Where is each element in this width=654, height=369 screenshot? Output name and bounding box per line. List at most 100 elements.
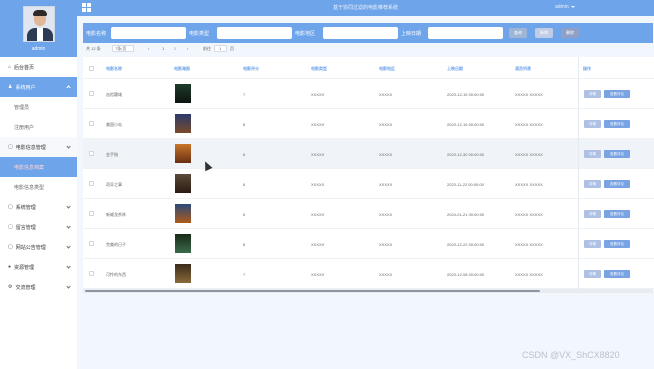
cell-actors: XXXXX XXXXX bbox=[515, 272, 543, 277]
movie-region-input[interactable] bbox=[323, 27, 398, 39]
search-bar: 电影名称 电影类型 电影地区 上映日期 查询 新增 删除 bbox=[83, 23, 653, 43]
chevron-down-icon bbox=[66, 244, 71, 249]
scrollbar-thumb[interactable] bbox=[85, 290, 540, 292]
detail-button[interactable]: 详情 bbox=[584, 240, 601, 248]
detail-button[interactable]: 详情 bbox=[584, 90, 601, 98]
avatar-hair bbox=[33, 10, 47, 16]
cell-region: XXXXX bbox=[379, 212, 393, 217]
add-button[interactable]: 新增 bbox=[535, 28, 553, 38]
row-checkbox[interactable] bbox=[89, 241, 94, 246]
cell-type: XXXXX bbox=[311, 182, 325, 187]
chevron-down-icon bbox=[66, 204, 71, 209]
sidebar-item-movie-archive[interactable]: 电影信息档案 bbox=[0, 157, 77, 177]
cell-region: XXXXX bbox=[379, 92, 393, 97]
row-checkbox[interactable] bbox=[89, 151, 94, 156]
cell-score: 7 bbox=[243, 272, 246, 277]
movie-poster bbox=[175, 174, 191, 193]
cell-actors: XXXXX XXXXX bbox=[515, 182, 543, 187]
detail-button[interactable]: 详情 bbox=[584, 210, 601, 218]
col-region: 电影地区 bbox=[379, 66, 395, 71]
movie-poster bbox=[175, 264, 191, 283]
view-comments-button[interactable]: 查看评论 bbox=[604, 210, 630, 218]
avatar[interactable] bbox=[23, 6, 55, 42]
row-checkbox[interactable] bbox=[89, 91, 94, 96]
top-bar: 基于协同过滤的电影推荐系统 admin bbox=[77, 0, 654, 16]
sidebar-item-registered-users[interactable]: 注册用户 bbox=[0, 117, 77, 137]
cell-release-date: 2023-12-30 00:00:00 bbox=[447, 152, 485, 157]
sidebar-item-home[interactable]: ⌂ 后台首页 bbox=[0, 57, 77, 77]
sidebar-item-system-users[interactable]: ♟ 系统用户 bbox=[0, 77, 77, 97]
sidebar-item-resource-management[interactable]: ● 资源管理 bbox=[0, 257, 77, 277]
row-checkbox[interactable] bbox=[89, 121, 94, 126]
sidebar: admin ⌂ 后台首页 ♟ 系统用户 管理员 注册用户 ▢ 电影信息管理 电影… bbox=[0, 0, 77, 369]
cell-release-date: 2023-12-15 00:00:00 bbox=[447, 92, 485, 97]
movie-name-input[interactable] bbox=[111, 27, 186, 39]
view-comments-button[interactable]: 查看评论 bbox=[604, 270, 630, 278]
chevron-up-icon bbox=[66, 85, 71, 90]
sidebar-item-label: 资源管理 bbox=[14, 264, 35, 271]
detail-button[interactable]: 详情 bbox=[584, 270, 601, 278]
location-icon: ● bbox=[8, 264, 12, 270]
sidebar-item-announcement-management[interactable]: ▢ 网站公告管理 bbox=[0, 237, 77, 257]
view-comments-button[interactable]: 查看评论 bbox=[604, 150, 630, 158]
prev-page-button[interactable]: ‹ bbox=[148, 46, 149, 51]
cell-score: 6 bbox=[243, 182, 246, 187]
horizontal-scrollbar[interactable] bbox=[83, 289, 653, 293]
detail-button[interactable]: 详情 bbox=[584, 180, 601, 188]
cell-region: XXXXX bbox=[379, 152, 393, 157]
movie-type-label: 电影类型 bbox=[189, 31, 210, 37]
col-score: 电影评分 bbox=[243, 66, 259, 71]
sidebar-item-system-management[interactable]: ▢ 系统管理 bbox=[0, 197, 77, 217]
cell-release-date: 2024-01-21 00:00:00 bbox=[447, 212, 485, 217]
sidebar-item-movie-management[interactable]: ▢ 电影信息管理 bbox=[0, 137, 77, 157]
movie-type-input[interactable] bbox=[217, 27, 292, 39]
delete-button[interactable]: 删除 bbox=[561, 28, 579, 38]
movie-table: 电影名称 电影海报 电影评分 电影类型 电影地区 上映日期 演员列表 操作 凶险… bbox=[83, 57, 654, 291]
release-date-input[interactable] bbox=[428, 27, 503, 39]
col-release-date: 上映日期 bbox=[447, 66, 463, 71]
page-2-button[interactable]: 2 bbox=[174, 46, 176, 51]
release-date-label: 上映日期 bbox=[401, 31, 422, 37]
sidebar-item-label: 后台首页 bbox=[14, 64, 35, 71]
cell-actors: XXXXX XXXXX bbox=[515, 242, 543, 247]
select-all-checkbox[interactable] bbox=[89, 66, 94, 71]
avatar-shirt bbox=[37, 28, 43, 41]
cell-score: 8 bbox=[243, 122, 246, 127]
goto-label: 前往 bbox=[203, 46, 211, 51]
sidebar-item-movie-types[interactable]: 电影信息类型 bbox=[0, 177, 77, 197]
movie-poster bbox=[175, 234, 191, 253]
view-comments-button[interactable]: 查看评论 bbox=[604, 120, 630, 128]
row-checkbox[interactable] bbox=[89, 211, 94, 216]
sidebar-item-admin[interactable]: 管理员 bbox=[0, 97, 77, 117]
detail-button[interactable]: 详情 bbox=[584, 150, 601, 158]
sidebar-item-message-management[interactable]: ▢ 留言管理 bbox=[0, 217, 77, 237]
cell-actors: XXXXX XXXXX bbox=[515, 212, 543, 217]
view-comments-button[interactable]: 查看评论 bbox=[604, 240, 630, 248]
movie-name-label: 电影名称 bbox=[86, 31, 107, 37]
cell-release-date: 2023-12-08 00:00:00 bbox=[447, 272, 485, 277]
table-row: 可怜的东西 7 XXXXX XXXXX 2023-12-08 00:00:00 … bbox=[83, 259, 654, 289]
table-row: 奇异之事 6 XXXXX XXXXX 2023-11-22 00:00:00 X… bbox=[83, 169, 654, 199]
table-row: 完美的日子 8 XXXXX XXXXX 2023-12-22 00:00:00 … bbox=[83, 229, 654, 259]
fixed-column-divider bbox=[578, 57, 579, 291]
document-icon: ▢ bbox=[8, 244, 13, 250]
cell-actors: XXXXX XXXXX bbox=[515, 122, 543, 127]
col-type: 电影类型 bbox=[311, 66, 327, 71]
user-menu[interactable]: admin bbox=[555, 4, 575, 10]
row-checkbox[interactable] bbox=[89, 181, 94, 186]
cell-movie-name: 美国小岛 bbox=[106, 122, 122, 127]
detail-button[interactable]: 详情 bbox=[584, 120, 601, 128]
col-poster: 电影海报 bbox=[174, 66, 190, 71]
row-checkbox[interactable] bbox=[89, 271, 94, 276]
search-button[interactable]: 查询 bbox=[509, 28, 527, 38]
page-1-button[interactable]: 1 bbox=[162, 46, 164, 51]
cell-release-date: 2023-12-22 00:00:00 bbox=[447, 242, 485, 247]
next-page-button[interactable]: › bbox=[187, 46, 188, 51]
movie-poster bbox=[175, 144, 191, 163]
movie-region-label: 电影地区 bbox=[295, 31, 316, 37]
cell-actors: XXXXX XXXXX bbox=[515, 92, 543, 97]
view-comments-button[interactable]: 查看评论 bbox=[604, 180, 630, 188]
page-size-value: 7条/页 bbox=[115, 46, 127, 51]
view-comments-button[interactable]: 查看评论 bbox=[604, 90, 630, 98]
sidebar-item-exchange-management[interactable]: ⚙ 交流管理 bbox=[0, 277, 77, 297]
